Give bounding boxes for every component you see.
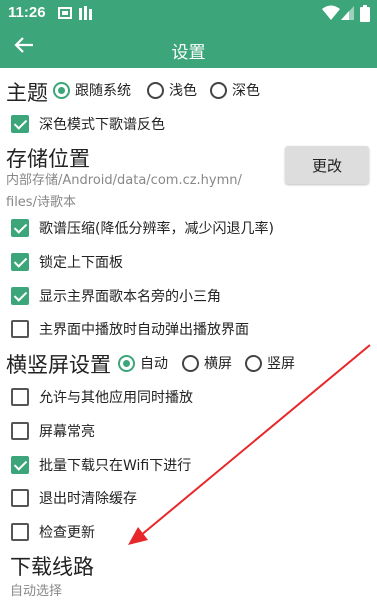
download-route-heading[interactable]: 下载线路 <box>10 551 94 581</box>
storage-path: 内部存储/Android/data/com.cz.hymn/ files/诗歌本 <box>6 170 276 214</box>
top-app-bar: 设置 <box>0 28 377 68</box>
radio-selected-icon <box>118 354 135 372</box>
clear-cache-on-exit-checkbox[interactable]: 退出时清除缓存 <box>11 488 137 508</box>
radio-unselected-icon <box>210 81 227 99</box>
dark-invert-checkbox[interactable]: 深色模式下歌谱反色 <box>11 114 165 134</box>
allow-concurrent-play-checkbox[interactable]: 允许与其他应用同时播放 <box>11 387 193 407</box>
checkbox-checked-icon <box>11 115 29 133</box>
checkbox-checked-icon <box>11 219 29 237</box>
checkbox-label: 歌谱压缩(降低分辨率，减少闪退几率) <box>39 221 274 237</box>
radio-unselected-icon <box>245 354 262 372</box>
auto-popup-player-checkbox[interactable]: 主界面中播放时自动弹出播放界面 <box>11 319 249 339</box>
score-compress-checkbox[interactable]: 歌谱压缩(降低分辨率，减少闪退几率) <box>11 218 274 238</box>
radio-unselected-icon <box>182 354 199 372</box>
radio-selected-icon <box>53 81 70 99</box>
checkbox-label: 主界面中播放时自动弹出播放界面 <box>39 322 249 338</box>
wifi-icon <box>322 5 340 20</box>
wifi-only-download-checkbox[interactable]: 批量下载只在Wifi下进行 <box>11 455 191 475</box>
checkbox-checked-icon <box>11 253 29 271</box>
keep-screen-on-checkbox[interactable]: 屏幕常亮 <box>11 421 95 441</box>
status-time: 11:26 <box>8 4 46 21</box>
checkbox-label: 锁定上下面板 <box>39 255 123 271</box>
checkbox-unchecked-icon <box>11 523 29 541</box>
checkbox-checked-icon <box>11 456 29 474</box>
app-notification-icon <box>79 6 92 20</box>
change-storage-button[interactable]: 更改 <box>285 146 369 184</box>
orientation-radio-landscape[interactable]: 横屏 <box>182 353 232 373</box>
theme-radio-light[interactable]: 浅色 <box>147 80 197 100</box>
cell-signal-icon <box>341 6 354 20</box>
theme-heading: 主题 <box>6 81 48 105</box>
checkbox-label: 深色模式下歌谱反色 <box>39 117 165 133</box>
radio-label: 横屏 <box>204 356 232 372</box>
radio-label: 深色 <box>232 83 260 99</box>
theme-radio-system[interactable]: 跟随系统 <box>53 80 131 100</box>
show-triangle-checkbox[interactable]: 显示主界面歌本名旁的小三角 <box>11 286 221 306</box>
radio-label: 自动 <box>140 356 168 372</box>
orientation-radio-portrait[interactable]: 竖屏 <box>245 353 295 373</box>
checkbox-unchecked-icon <box>11 388 29 406</box>
checkbox-label: 批量下载只在Wifi下进行 <box>39 458 192 474</box>
battery-icon <box>360 5 370 22</box>
checkbox-unchecked-icon <box>11 422 29 440</box>
notification-icon <box>58 7 72 19</box>
radio-label: 跟随系统 <box>75 83 131 99</box>
page-title: 设置 <box>171 43 206 63</box>
storage-path-line: files/诗歌本 <box>6 195 76 210</box>
checkbox-unchecked-icon <box>11 489 29 507</box>
check-updates-checkbox[interactable]: 检查更新 <box>11 522 95 542</box>
storage-heading: 存储位置 <box>6 147 90 171</box>
lock-panels-checkbox[interactable]: 锁定上下面板 <box>11 252 123 272</box>
orientation-heading: 横竖屏设置 <box>6 353 111 377</box>
checkbox-checked-icon <box>11 287 29 305</box>
radio-unselected-icon <box>147 81 164 99</box>
checkbox-unchecked-icon <box>11 320 29 338</box>
checkbox-label: 检查更新 <box>39 525 95 541</box>
status-bar: 11:26 <box>0 0 377 28</box>
checkbox-label: 显示主界面歌本名旁的小三角 <box>39 289 221 305</box>
checkbox-label: 屏幕常亮 <box>39 424 95 440</box>
orientation-radio-auto[interactable]: 自动 <box>118 353 168 373</box>
theme-radio-dark[interactable]: 深色 <box>210 80 260 100</box>
radio-label: 浅色 <box>169 83 197 99</box>
checkbox-label: 退出时清除缓存 <box>39 491 137 507</box>
storage-path-line: 内部存储/Android/data/com.cz.hymn/ <box>6 173 242 188</box>
download-route-value: 自动选择 <box>10 584 63 599</box>
checkbox-label: 允许与其他应用同时播放 <box>39 390 193 406</box>
radio-label: 竖屏 <box>267 356 295 372</box>
